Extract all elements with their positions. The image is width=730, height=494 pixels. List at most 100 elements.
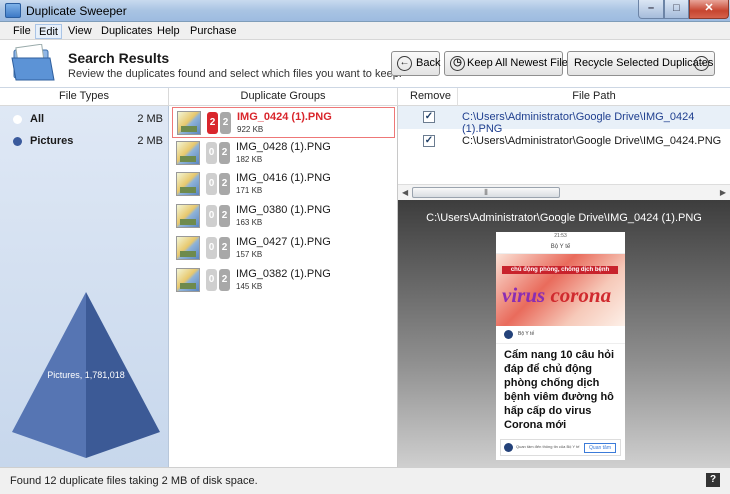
menu-duplicates[interactable]: Duplicates <box>98 24 155 39</box>
banner-word-virus: virus <box>502 283 546 307</box>
file-path-column-header[interactable]: File Path <box>458 88 730 106</box>
image-thumbnail-icon <box>176 172 200 196</box>
group-size: 163 KB <box>236 218 263 227</box>
group-item[interactable]: 2 2 IMG_0424 (1).PNG 922 KB <box>172 107 395 138</box>
scroll-right-icon[interactable]: ▶ <box>720 188 726 197</box>
banner-title: virus corona <box>502 283 611 308</box>
blue-dot-icon <box>13 137 22 146</box>
group-name: IMG_0427 (1).PNG <box>236 236 331 248</box>
selected-count-badge: 0 <box>206 142 217 164</box>
total-count-badge: 2 <box>219 269 230 291</box>
title-bar: Duplicate Sweeper – □ ✕ <box>0 0 730 22</box>
total-count-badge: 2 <box>219 237 230 259</box>
pyramid-label: Pictures, 1,781,018 <box>47 370 125 380</box>
virus-banner: chủ động phòng, chống dịch bệnh virus co… <box>496 254 625 326</box>
menu-edit[interactable]: Edit <box>35 24 62 39</box>
file-type-name: All <box>30 113 45 125</box>
group-item[interactable]: 0 2 IMG_0427 (1).PNG 157 KB <box>172 233 395 264</box>
group-item[interactable]: 0 2 IMG_0428 (1).PNG 182 KB <box>172 138 395 169</box>
selected-count-badge: 0 <box>206 237 217 259</box>
keep-newest-button[interactable]: ◷ Keep All Newest Files <box>444 51 573 76</box>
file-type-size: 2 MB <box>137 113 163 125</box>
image-thumbnail-icon <box>176 141 200 165</box>
ministry-logo-icon <box>504 443 513 452</box>
file-type-pictures[interactable]: Pictures 2 MB <box>0 131 168 153</box>
follow-card: Quan tâm đến thông tin của Bộ Y tế Quan … <box>500 439 621 456</box>
file-type-size: 2 MB <box>137 135 163 147</box>
group-name: IMG_0380 (1).PNG <box>236 204 331 216</box>
back-button[interactable]: ← Back <box>391 51 440 76</box>
image-thumbnail-icon <box>176 268 200 292</box>
selected-count-badge: 0 <box>206 205 217 227</box>
recycle-duplicates-button[interactable]: Recycle Selected Duplicates → <box>567 51 715 76</box>
menu-help[interactable]: Help <box>154 24 183 39</box>
maximize-button[interactable]: □ <box>664 0 689 19</box>
scrollbar-thumb[interactable]: ⦀ <box>412 187 560 198</box>
group-item[interactable]: 0 2 IMG_0416 (1).PNG 171 KB <box>172 169 395 200</box>
image-thumbnail-icon <box>176 236 200 260</box>
file-types-header: File Types <box>0 88 169 106</box>
duplicate-groups-header: Duplicate Groups <box>169 88 398 106</box>
file-types-panel: All 2 MB Pictures 2 MB Pictures, 1,781,0… <box>0 106 169 467</box>
close-button[interactable]: ✕ <box>689 0 729 19</box>
file-type-all[interactable]: All 2 MB <box>0 109 168 131</box>
total-count-badge: 2 <box>220 112 231 134</box>
page-subtitle: Review the duplicates found and select w… <box>68 68 402 80</box>
total-count-badge: 2 <box>219 173 230 195</box>
file-row[interactable]: ✓ C:\Users\Administrator\Google Drive\IM… <box>398 130 730 153</box>
scroll-left-icon[interactable]: ◀ <box>402 188 408 197</box>
banner-word-corona: corona <box>550 283 612 307</box>
forward-arrow-icon: → <box>694 56 709 71</box>
image-thumbnail-icon <box>176 204 200 228</box>
article-source: Bộ Y tế <box>496 326 625 344</box>
source-name: Bộ Y tế <box>518 331 535 337</box>
selected-count-badge: 2 <box>207 112 218 134</box>
help-icon[interactable]: ? <box>706 473 720 487</box>
group-name: IMG_0428 (1).PNG <box>236 141 331 153</box>
total-count-badge: 2 <box>219 142 230 164</box>
group-name: IMG_0382 (1).PNG <box>236 268 331 280</box>
file-type-pyramid-chart: Pictures, 1,781,018 <box>12 292 160 458</box>
horizontal-scrollbar[interactable]: ◀ ⦀ ▶ <box>398 184 730 200</box>
group-item[interactable]: 0 2 IMG_0380 (1).PNG 163 KB <box>172 201 395 232</box>
menu-file[interactable]: File <box>10 24 34 39</box>
group-size: 145 KB <box>236 282 263 291</box>
group-name: IMG_0416 (1).PNG <box>236 172 331 184</box>
group-size: 157 KB <box>236 250 263 259</box>
keep-newest-label: Keep All Newest Files <box>467 57 574 69</box>
total-count-badge: 2 <box>219 205 230 227</box>
preview-image: 21:53 Bộ Y tế chủ động phòng, chống dịch… <box>496 232 625 460</box>
minimize-button[interactable]: – <box>638 0 664 19</box>
follow-text: Quan tâm đến thông tin của Bộ Y tế <box>516 444 580 449</box>
remove-checkbox[interactable]: ✓ <box>423 135 435 147</box>
status-bar: Found 12 duplicate files taking 2 MB of … <box>0 467 730 494</box>
phone-nav-title: Bộ Y tế <box>496 241 625 254</box>
back-arrow-icon: ← <box>397 56 412 71</box>
menu-bar: File Edit View Duplicates Help Purchase <box>0 22 730 40</box>
group-size: 182 KB <box>236 155 263 164</box>
remove-column-header[interactable]: Remove <box>398 88 458 106</box>
image-thumbnail-icon <box>177 111 201 135</box>
group-size: 171 KB <box>236 186 263 195</box>
preview-path: C:\Users\Administrator\Google Drive\IMG_… <box>426 212 702 224</box>
menu-purchase[interactable]: Purchase <box>187 24 239 39</box>
banner-top-text: chủ động phòng, chống dịch bệnh <box>502 266 618 274</box>
article-headline: Cẩm nang 10 câu hỏi đáp để chủ động phòn… <box>504 349 615 431</box>
image-preview-panel: C:\Users\Administrator\Google Drive\IMG_… <box>398 200 730 467</box>
file-row[interactable]: ✓ C:\Users\Administrator\Google Drive\IM… <box>398 106 730 135</box>
recycle-label: Recycle Selected Duplicates <box>574 57 714 69</box>
selected-count-badge: 0 <box>206 269 217 291</box>
group-name: IMG_0424 (1).PNG <box>237 111 332 123</box>
selected-count-badge: 0 <box>206 173 217 195</box>
results-header: Search Results Review the duplicates fou… <box>0 40 730 88</box>
app-icon <box>5 3 21 18</box>
page-title: Search Results <box>68 50 170 66</box>
ministry-logo-icon <box>504 330 513 339</box>
clock-icon: ◷ <box>450 56 465 71</box>
menu-view[interactable]: View <box>65 24 95 39</box>
duplicate-groups-list: 2 2 IMG_0424 (1).PNG 922 KB 0 2 IMG_0428… <box>169 106 398 467</box>
group-item[interactable]: 0 2 IMG_0382 (1).PNG 145 KB <box>172 265 395 296</box>
phone-status-bar: 21:53 <box>554 233 567 239</box>
remove-checkbox[interactable]: ✓ <box>423 111 435 123</box>
back-label: Back <box>416 57 441 69</box>
